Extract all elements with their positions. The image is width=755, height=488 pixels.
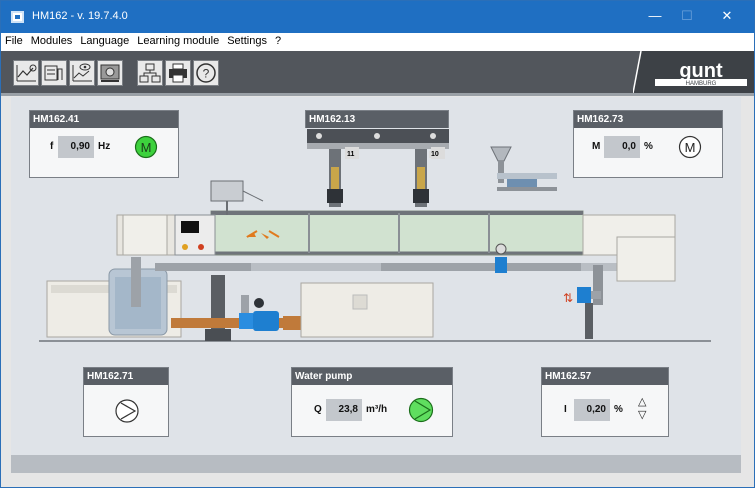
status-bar	[11, 455, 741, 473]
outlet-tank	[616, 236, 676, 282]
probe-label-10: 10	[429, 151, 441, 158]
frequency-value[interactable]: 0,90	[58, 136, 94, 158]
window-title: HM162 - v. 19.7.4.0	[32, 10, 128, 22]
param-label: I	[564, 404, 567, 415]
svg-text:⇅: ⇅	[563, 291, 573, 305]
panel-hm162-57: HM162.57 I 0,20 % △ ▽	[541, 367, 669, 437]
logo-text: gunt	[679, 60, 723, 82]
probe-label-11: 11	[345, 151, 357, 158]
param-label: Q	[314, 404, 322, 415]
unit-label: Hz	[98, 141, 111, 152]
left-tank	[46, 268, 182, 338]
toolbar-divider	[1, 93, 754, 96]
panel-hm162-73: HM162.73 M 0,0 % M	[573, 110, 723, 178]
panel-hm162-41: HM162.41 f 0,90 Hz M	[29, 110, 179, 178]
close-button[interactable]: ✕	[705, 1, 749, 33]
control-box	[174, 214, 216, 256]
title-bar[interactable]: HM162 - v. 19.7.4.0 — ☐ ✕	[1, 1, 754, 33]
unit-label: %	[644, 141, 653, 152]
unit-label: %	[614, 404, 623, 415]
app-icon	[11, 11, 24, 23]
middle-tank	[300, 282, 434, 338]
application-window: HM162 - v. 19.7.4.0 — ☐ ✕ File Modules Lan…	[0, 0, 755, 488]
panel-title: HM162.13	[306, 111, 448, 128]
chart-data-icon	[44, 65, 63, 81]
process-canvas: ⇅ HM162.41 f 0,90 Hz M HM162.13 11 10 HM…	[11, 97, 741, 455]
camera-button[interactable]	[97, 60, 123, 86]
panel-water-pump: Water pump Q 23,8 m³/h	[291, 367, 453, 437]
motor-icon[interactable]: M	[678, 135, 702, 159]
unit-label: m³/h	[366, 404, 388, 415]
panel-title: Water pump	[292, 368, 452, 385]
menu-language[interactable]: Language	[76, 33, 133, 51]
menu-learning-module[interactable]: Learning module	[133, 33, 223, 51]
printer-button[interactable]	[165, 60, 191, 86]
flow-sensor	[495, 243, 507, 255]
pump-running-icon[interactable]	[408, 397, 434, 423]
sensor-box	[210, 180, 264, 215]
chart-time-button[interactable]	[13, 60, 39, 86]
svg-text:?: ?	[203, 67, 210, 81]
decrease-arrow-icon[interactable]: ▽	[638, 408, 646, 421]
menu-file[interactable]: File	[1, 33, 27, 51]
panel-title: HM162.71	[84, 368, 168, 385]
svg-text:M: M	[685, 140, 696, 155]
network-button[interactable]	[137, 60, 163, 86]
help-button[interactable]: ?	[193, 60, 219, 86]
chart-eye-icon	[72, 63, 92, 82]
panel-title: HM162.41	[30, 111, 178, 128]
gunt-logo: gunt HAMBURG	[653, 59, 749, 87]
menu-modules[interactable]: Modules	[27, 33, 77, 51]
right-valve: ⇅	[563, 287, 601, 339]
menu-bar: File Modules Language Learning module Settin…	[1, 33, 754, 51]
support-base	[205, 329, 231, 341]
param-label: M	[592, 141, 601, 152]
opening-value[interactable]: 0,20	[574, 399, 610, 421]
network-icon	[139, 63, 161, 83]
torque-value[interactable]: 0,0	[604, 136, 640, 158]
panel-hm162-13: HM162.13	[305, 110, 449, 128]
logo-subtext: HAMBURG	[686, 81, 717, 87]
overhead-rig	[307, 129, 449, 207]
flow-rate-value[interactable]: 23,8	[326, 399, 362, 421]
pump-icon[interactable]	[114, 398, 140, 424]
chart-time-icon	[16, 64, 37, 82]
panel-hm162-71: HM162.71	[83, 367, 169, 437]
maximize-button[interactable]: ☐	[665, 1, 709, 33]
menu-settings[interactable]: Settings	[223, 33, 271, 51]
printer-icon	[169, 63, 187, 83]
chart-eye-button[interactable]	[69, 60, 95, 86]
param-label: f	[50, 141, 54, 152]
panel-title: HM162.57	[542, 368, 668, 385]
motor-icon[interactable]: M	[134, 135, 158, 159]
camera-icon	[100, 64, 120, 82]
chart-data-button[interactable]	[41, 60, 67, 86]
svg-text:M: M	[141, 140, 152, 155]
menu-help[interactable]: ?	[271, 33, 285, 51]
flow-meter	[495, 257, 507, 273]
increase-arrow-icon[interactable]: △	[638, 395, 646, 408]
sediment-hopper	[490, 146, 557, 191]
panel-title: HM162.73	[574, 111, 722, 128]
help-icon: ?	[196, 63, 216, 83]
